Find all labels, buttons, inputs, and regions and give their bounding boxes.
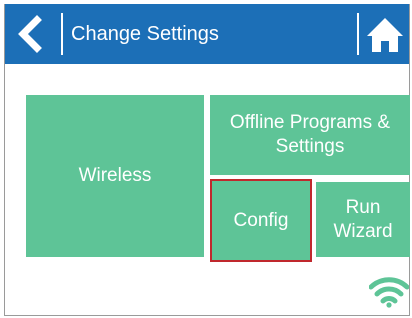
run-wizard-tile[interactable]: Run Wizard — [316, 182, 410, 257]
home-icon — [367, 18, 403, 52]
run-wizard-label-line-2: Wizard — [333, 220, 393, 242]
config-tile[interactable]: Config — [210, 179, 312, 262]
wireless-tile[interactable]: Wireless — [26, 95, 204, 257]
offline-programs-settings-label: Offline Programs & Settings — [230, 111, 390, 159]
page-title: Change Settings — [71, 23, 219, 45]
offline-programs-settings-tile[interactable]: Offline Programs & Settings — [210, 95, 410, 175]
wireless-tile-label: Wireless — [78, 165, 152, 186]
run-wizard-label-line-1: Run — [345, 196, 381, 218]
wifi-status — [368, 274, 410, 308]
offline-label-line-2: Settings — [275, 136, 345, 157]
back-button[interactable] — [11, 14, 55, 54]
header-bar: Change Settings — [5, 4, 409, 64]
header-divider — [61, 13, 63, 55]
config-tile-inner: Config — [215, 184, 307, 257]
chevron-left-icon — [18, 15, 42, 53]
offline-label-line-1: Offline Programs & — [229, 112, 391, 133]
config-tile-label: Config — [233, 209, 289, 231]
run-wizard-label: Run Wizard — [333, 196, 392, 244]
screen-frame: Change Settings Wireless Offline Program… — [4, 4, 410, 316]
wifi-icon — [368, 277, 410, 308]
home-button[interactable] — [365, 12, 405, 56]
header-divider — [357, 13, 359, 55]
